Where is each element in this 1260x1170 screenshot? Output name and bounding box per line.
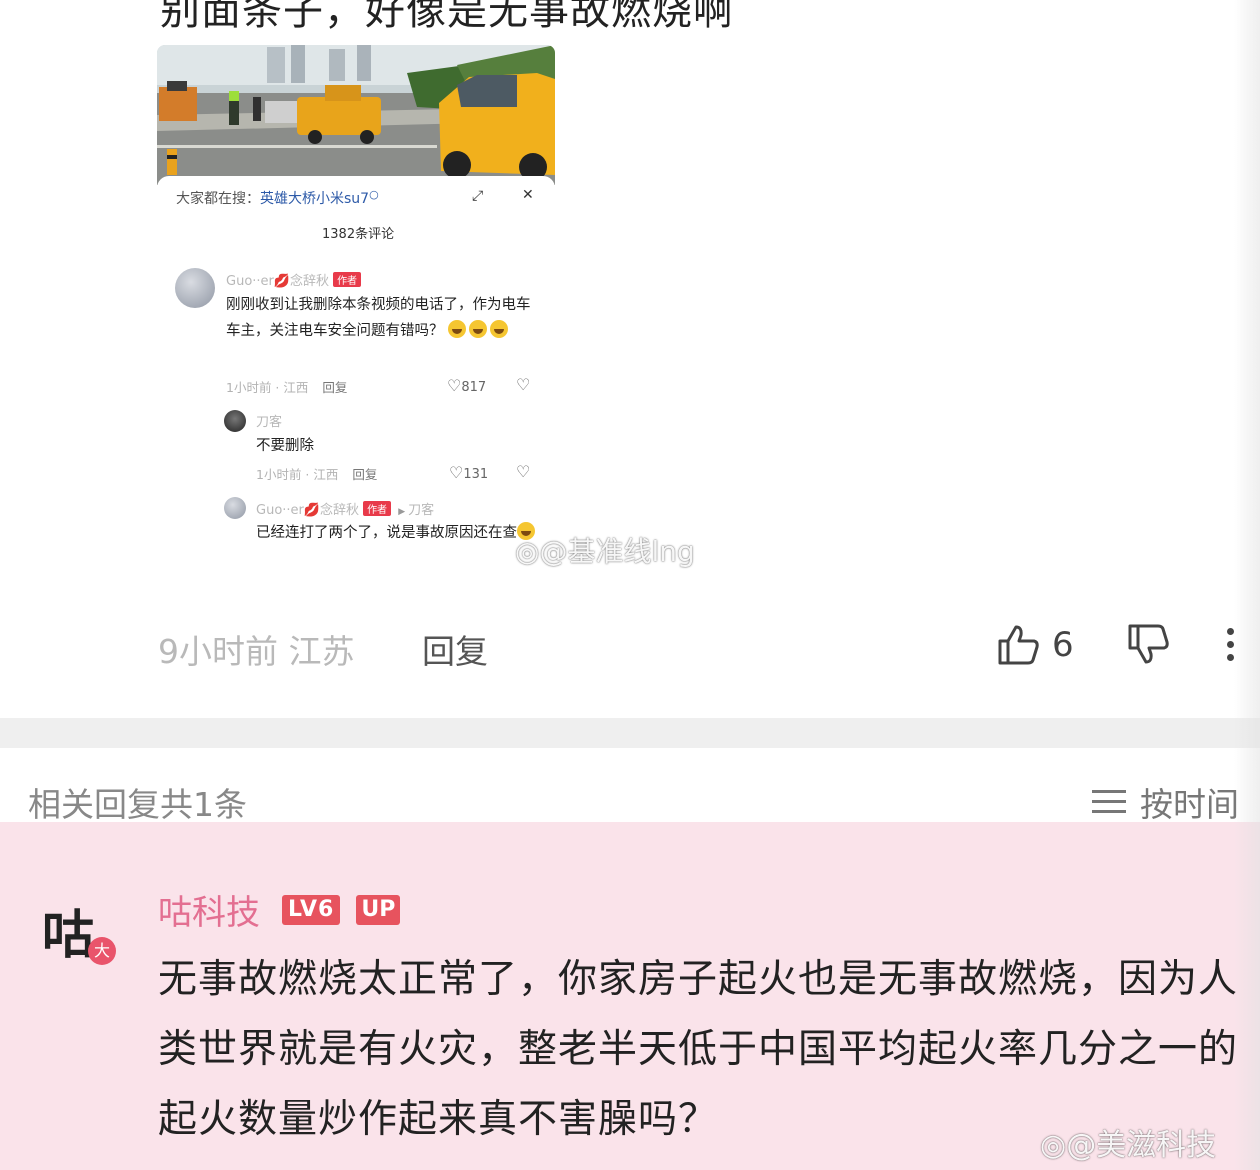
weibo-watermark: ◎@基准线lng [515,530,695,570]
up-badge: UP [356,894,401,925]
comment-username[interactable]: Guo··er💋念辞秋 作者 ▶ 刀客 [256,499,434,518]
section-divider [0,718,1260,748]
reply-author[interactable]: 咕科技 LV6 UP [158,885,401,934]
crying-emoji-icon [469,320,488,338]
avatar-badge: 大 [88,937,116,965]
search-label: 大家都在搜： [176,191,260,207]
reply-link[interactable]: 回复 [352,467,377,482]
avatar-char: 咕 [42,905,95,966]
avatar[interactable] [224,497,246,519]
avatar[interactable]: 咕 大 [40,893,130,973]
weibo-watermark: ◎@美滋科技 [1040,1120,1216,1164]
like-count: 131 [463,467,489,482]
comment-text: 已经连打了两个了，说是事故原因还在查 [256,520,542,546]
edge-shadow [1234,0,1260,1170]
reply-arrow-icon: ▶ [398,507,406,517]
related-reply-count: 相关回复共1条 [28,785,247,824]
reply-to-user[interactable]: 刀客 [408,503,434,518]
comment-text: 不要删除 [256,438,314,454]
embedded-photo[interactable] [157,45,555,185]
username-text: Guo··er💋念辞秋 [256,503,360,518]
like-button[interactable]: ♡817 [447,376,486,395]
road-accident-photo [157,45,555,185]
weibo-logo-icon: ◎ [515,535,540,568]
heart-icon: ♡ [449,463,464,482]
comment-count: 1382条评论 [322,227,395,242]
thumbs-down-icon [1128,624,1169,664]
author-tag: 作者 [363,501,392,516]
search-keyword[interactable]: 英雄大桥小米su7 [260,191,369,207]
search-icon: ○ [369,188,379,201]
like-button[interactable]: ♡131 [449,463,488,482]
comment-text-top: 别面条子，好像是无事故燃烧啊 [160,0,734,34]
weibo-logo-icon: ◎ [1040,1128,1067,1163]
heart-icon: ♡ [447,376,462,395]
watermark-text: @基准线lng [539,535,695,568]
crying-emoji-icon [448,320,467,338]
comment-username[interactable]: Guo··er💋念辞秋 作者 [226,270,362,289]
crying-emoji-icon [490,320,509,338]
comment-body: 已经连打了两个了，说是事故原因还在查 [256,525,517,541]
comment-meta: 1小时前 · 江西 回复 [256,464,377,483]
comment-username[interactable]: 刀客 [256,411,282,430]
close-icon[interactable]: ✕ [522,187,534,203]
search-suggestion[interactable]: 大家都在搜：英雄大桥小米su7○ [176,188,379,208]
level-badge: LV6 [282,894,341,925]
thumbs-up-icon [998,625,1039,665]
avatar[interactable] [175,268,215,308]
sort-menu-icon [1092,790,1126,814]
reply-button[interactable]: 回复 [422,625,488,673]
watermark-text: @美滋科技 [1066,1128,1217,1163]
dislike-heart-icon[interactable]: ♡ [516,375,530,394]
comment-time: 1小时前 · 江西 [256,467,339,482]
reply-link[interactable]: 回复 [322,380,347,395]
like-count: 6 [1052,625,1074,665]
like-count: 817 [461,380,487,395]
sort-label: 按时间 [1140,785,1239,824]
author-tag: 作者 [333,272,362,287]
dislike-button[interactable] [1126,622,1170,672]
like-button[interactable]: 6 [996,620,1074,670]
username-text: Guo··er💋念辞秋 [226,274,330,289]
comment-text: 刚刚收到让我删除本条视频的电话了，作为电车车主，关注电车安全问题有错吗？ [226,292,542,344]
comment-time-location: 9小时前 江苏 [158,632,355,671]
comment-meta: 1小时前 · 江西 回复 [226,377,347,396]
sort-button[interactable]: 按时间 [1092,778,1239,826]
comment-time: 1小时前 · 江西 [226,380,309,395]
avatar[interactable] [224,410,246,432]
dislike-heart-icon[interactable]: ♡ [516,462,530,481]
author-name: 咕科技 [158,893,260,933]
expand-icon[interactable]: ⤢ [472,188,483,204]
